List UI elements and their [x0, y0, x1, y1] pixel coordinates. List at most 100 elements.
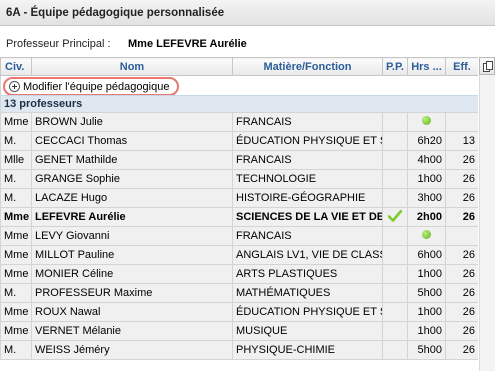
cell-hrs: 5h00: [407, 340, 446, 360]
table-row[interactable]: M. WEISS Jéméry PHYSIQUE-CHIMIE 5h00 26: [0, 340, 478, 360]
cell-hrs: 3h00: [407, 188, 446, 208]
cell-pp: [382, 207, 408, 227]
cell-matiere: ÉDUCATION PHYSIQUE ET SP: [232, 302, 383, 322]
cell-matiere: FRANCAIS: [232, 226, 383, 246]
cell-pp: [382, 169, 408, 189]
cell-matiere: ANGLAIS LV1, VIE DE CLASS: [232, 245, 383, 265]
cell-nom: WEISS Jéméry: [31, 340, 233, 360]
cell-civ: M.: [0, 188, 32, 208]
table-row[interactable]: M. PROFESSEUR Maxime MATHÉMATIQUES 5h00 26: [0, 283, 478, 303]
checkmark-icon: [388, 209, 402, 222]
cell-nom: PROFESSEUR Maxime: [31, 283, 233, 303]
cell-pp: [382, 150, 408, 170]
table-row[interactable]: Mme LEFEVRE Aurélie SCIENCES DE LA VIE ET …: [0, 207, 478, 227]
table-row[interactable]: Mme LEVY Giovanni FRANCAIS: [0, 226, 478, 246]
cell-eff: 26: [445, 321, 478, 341]
cell-matiere: PHYSIQUE-CHIMIE: [232, 340, 383, 360]
cell-nom: BROWN Julie: [31, 112, 233, 132]
table-row[interactable]: M. CECCACI Thomas ÉDUCATION PHYSIQUE ET SP…: [0, 131, 478, 151]
cell-civ: Mme: [0, 302, 32, 322]
cell-hrs: 1h00: [407, 264, 446, 284]
col-nom[interactable]: Nom: [31, 57, 233, 76]
cell-civ: Mme: [0, 207, 32, 227]
cell-matiere: TECHNOLOGIE: [232, 169, 383, 189]
modify-team-button[interactable]: Modifier l'équipe pédagogique: [3, 77, 180, 95]
copy-list-button[interactable]: [479, 57, 495, 75]
table-row[interactable]: Mme VERNET Mélanie MUSIQUE 1h00 26: [0, 321, 478, 341]
cell-pp: [382, 112, 408, 132]
cell-pp: [382, 283, 408, 303]
cell-eff: 13: [445, 131, 478, 151]
table-row[interactable]: Mme ROUX Nawal ÉDUCATION PHYSIQUE ET SP 1h0…: [0, 302, 478, 322]
window-title: 6A - Équipe pédagogique personnalisée: [0, 0, 495, 26]
cell-civ: M.: [0, 340, 32, 360]
cell-matiere: ARTS PLASTIQUES: [232, 264, 383, 284]
cell-pp: [382, 188, 408, 208]
cell-eff: 26: [445, 283, 478, 303]
cell-eff: 26: [445, 245, 478, 265]
copy-icon: [483, 61, 493, 72]
cell-hrs: 6h00: [407, 245, 446, 265]
col-civ[interactable]: Civ.: [0, 57, 32, 76]
team-table: Civ. Nom Matière/Fonction P.P. Hrs ... E…: [0, 57, 478, 371]
cell-nom: CECCACI Thomas: [31, 131, 233, 151]
vertical-scrollbar[interactable]: [479, 75, 495, 371]
cell-pp: [382, 340, 408, 360]
col-eff[interactable]: Eff.: [445, 57, 478, 76]
cell-hrs: 4h00: [407, 150, 446, 170]
principal-label: Professeur Principal :: [6, 38, 111, 50]
cell-civ: Mme: [0, 321, 32, 341]
table-row[interactable]: M. LACAZE Hugo HISTOIRE-GÉOGRAPHIE 3h00 26: [0, 188, 478, 208]
table-row[interactable]: M. GRANGE Sophie TECHNOLOGIE 1h00 26: [0, 169, 478, 189]
cell-eff: 26: [445, 188, 478, 208]
col-hrs[interactable]: Hrs ...: [407, 57, 446, 76]
cell-hrs: [407, 226, 446, 246]
cell-civ: M.: [0, 283, 32, 303]
group-header[interactable]: 13 professeurs: [0, 95, 478, 113]
cell-civ: Mme: [0, 264, 32, 284]
table-row[interactable]: Mme MONIER Céline ARTS PLASTIQUES 1h00 26: [0, 264, 478, 284]
cell-nom: ROUX Nawal: [31, 302, 233, 322]
cell-nom: LEFEVRE Aurélie: [31, 207, 233, 227]
green-dot-icon: [422, 116, 431, 125]
cell-matiere: MUSIQUE: [232, 321, 383, 341]
cell-hrs: 6h20: [407, 131, 446, 151]
cell-hrs: 1h00: [407, 169, 446, 189]
cell-pp: [382, 226, 408, 246]
cell-eff: 26: [445, 264, 478, 284]
cell-pp: [382, 302, 408, 322]
cell-nom: GENET Mathilde: [31, 150, 233, 170]
col-pp[interactable]: P.P.: [382, 57, 408, 76]
cell-matiere: FRANCAIS: [232, 112, 383, 132]
cell-civ: M.: [0, 169, 32, 189]
cell-eff: 26: [445, 302, 478, 322]
cell-nom: VERNET Mélanie: [31, 321, 233, 341]
table-row[interactable]: Mme BROWN Julie FRANCAIS: [0, 112, 478, 132]
plus-circle-icon: [9, 81, 20, 92]
col-matiere[interactable]: Matière/Fonction: [232, 57, 383, 76]
cell-eff: 26: [445, 169, 478, 189]
cell-civ: Mme: [0, 112, 32, 132]
modify-team-label: Modifier l'équipe pédagogique: [23, 80, 170, 93]
cell-nom: LEVY Giovanni: [31, 226, 233, 246]
cell-nom: GRANGE Sophie: [31, 169, 233, 189]
green-dot-icon: [422, 230, 431, 239]
cell-pp: [382, 264, 408, 284]
principal-value: Mme LEFEVRE Aurélie: [128, 38, 247, 50]
cell-eff: 26: [445, 150, 478, 170]
cell-matiere: ÉDUCATION PHYSIQUE ET SP: [232, 131, 383, 151]
table-row[interactable]: Mme MILLOT Pauline ANGLAIS LV1, VIE DE CLA…: [0, 245, 478, 265]
cell-eff: 26: [445, 207, 478, 227]
cell-hrs: 2h00: [407, 207, 446, 227]
cell-hrs: [407, 112, 446, 132]
cell-pp: [382, 321, 408, 341]
cell-nom: MONIER Céline: [31, 264, 233, 284]
cell-eff: [445, 112, 478, 132]
cell-matiere: MATHÉMATIQUES: [232, 283, 383, 303]
cell-eff: 26: [445, 340, 478, 360]
table-row[interactable]: Mlle GENET Mathilde FRANCAIS 4h00 26: [0, 150, 478, 170]
cell-nom: MILLOT Pauline: [31, 245, 233, 265]
cell-nom: LACAZE Hugo: [31, 188, 233, 208]
cell-matiere: HISTOIRE-GÉOGRAPHIE: [232, 188, 383, 208]
cell-civ: Mme: [0, 226, 32, 246]
